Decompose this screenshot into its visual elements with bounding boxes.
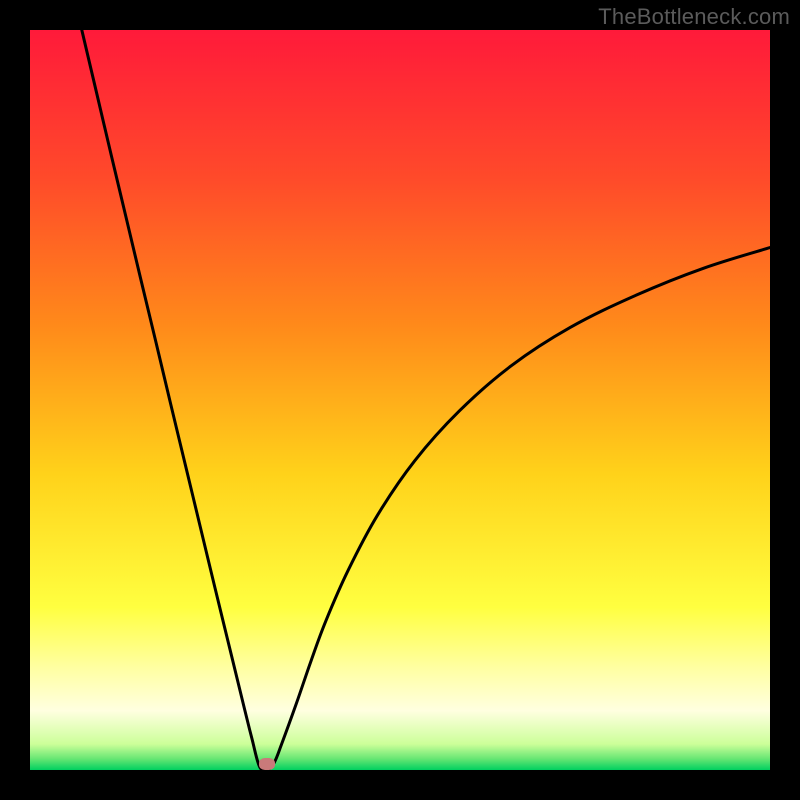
watermark-text: TheBottleneck.com — [598, 4, 790, 30]
gradient-background — [30, 30, 770, 770]
chart-container: TheBottleneck.com — [0, 0, 800, 800]
plot-area — [30, 30, 770, 770]
optimal-point-marker — [259, 758, 275, 770]
chart-svg — [30, 30, 770, 770]
